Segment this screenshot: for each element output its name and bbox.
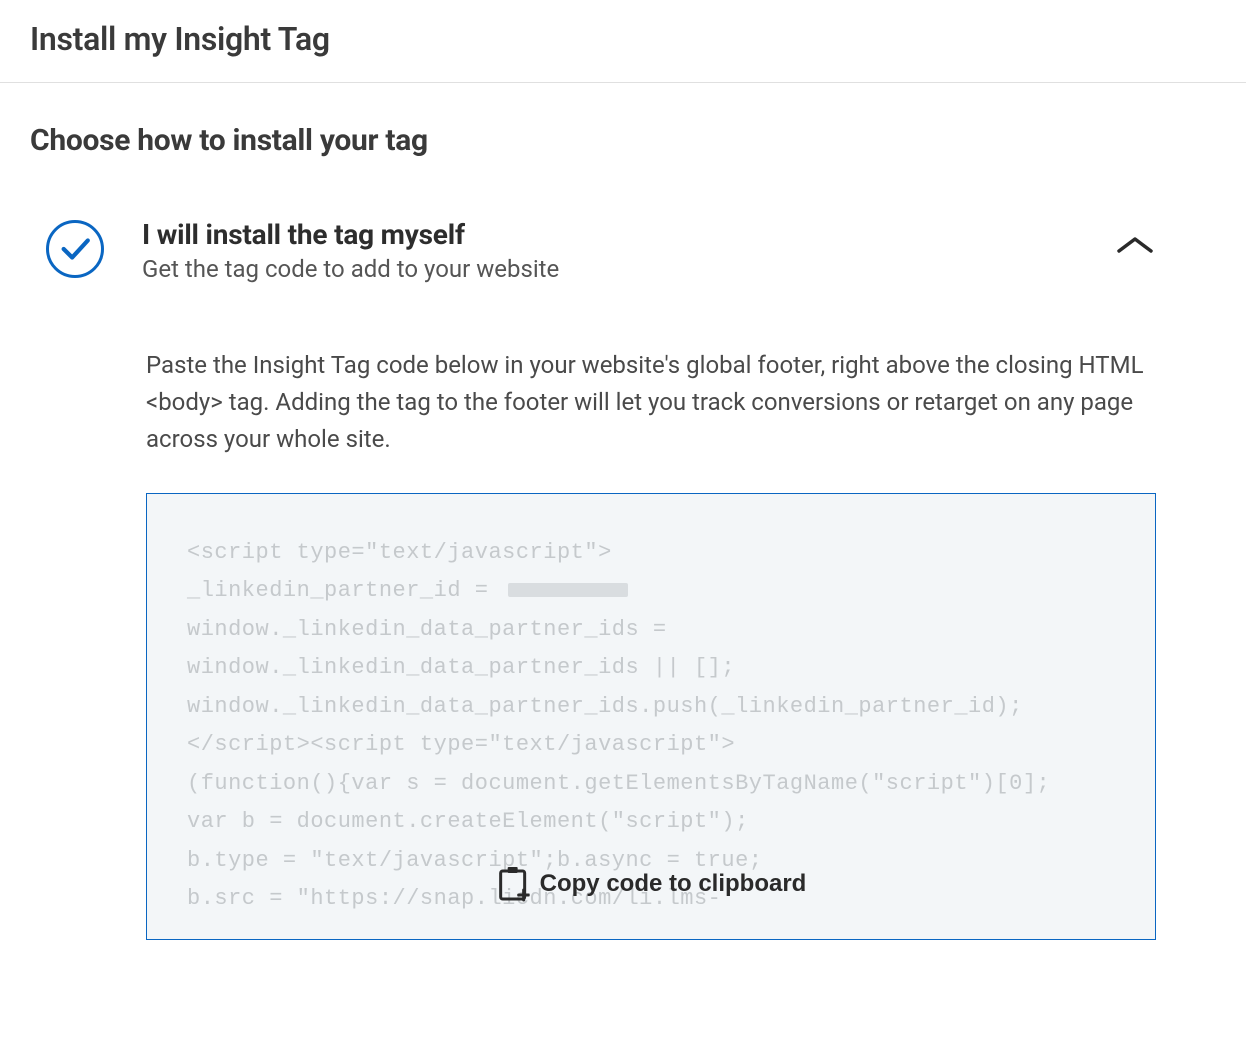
redacted-partner-id	[508, 583, 628, 597]
expanded-content: Paste the Insight Tag code below in your…	[30, 347, 1216, 940]
page-title: Install my Insight Tag	[30, 20, 1216, 58]
code-box[interactable]: <script type="text/javascript"> _linkedi…	[146, 493, 1156, 940]
copy-code-label: Copy code to clipboard	[540, 870, 807, 898]
install-option-self[interactable]: I will install the tag myself Get the ta…	[30, 218, 1216, 283]
option-title: I will install the tag myself	[142, 218, 1076, 251]
instructions-text: Paste the Insight Tag code below in your…	[146, 347, 1156, 459]
main-content: Choose how to install your tag I will in…	[0, 83, 1246, 940]
code-snippet: <script type="text/javascript"> _linkedi…	[187, 534, 1115, 919]
option-texts: I will install the tag myself Get the ta…	[142, 218, 1076, 283]
section-title: Choose how to install your tag	[30, 123, 1216, 158]
page-header: Install my Insight Tag	[0, 0, 1246, 83]
chevron-up-icon[interactable]	[1114, 224, 1156, 266]
copy-code-button[interactable]: Copy code to clipboard	[496, 865, 807, 903]
radio-selected-icon	[46, 220, 104, 278]
option-subtitle: Get the tag code to add to your website	[142, 255, 1076, 283]
clipboard-icon	[496, 865, 530, 903]
